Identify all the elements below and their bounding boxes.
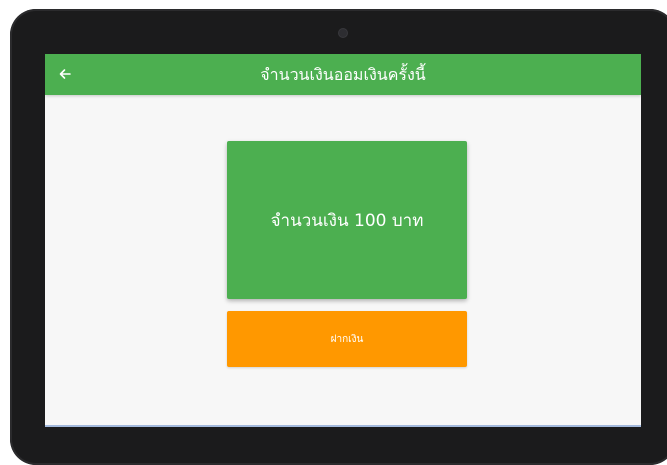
app-bar: จำนวนเงินออมเงินครั้งนี้ xyxy=(45,54,641,95)
amount-text: จำนวนเงิน 100 บาท xyxy=(270,210,424,231)
app-screen: จำนวนเงินออมเงินครั้งนี้ จำนวนเงิน 100 บ… xyxy=(45,54,641,427)
tablet-frame: จำนวนเงินออมเงินครั้งนี้ จำนวนเงิน 100 บ… xyxy=(10,9,667,465)
camera-icon xyxy=(339,29,347,37)
deposit-button[interactable]: ฝากเงิน xyxy=(227,311,467,367)
deposit-button-label: ฝากเงิน xyxy=(330,333,364,345)
bottom-divider xyxy=(45,425,641,427)
amount-card: จำนวนเงิน 100 บาท xyxy=(227,141,467,299)
page-title: จำนวนเงินออมเงินครั้งนี้ xyxy=(260,65,426,84)
